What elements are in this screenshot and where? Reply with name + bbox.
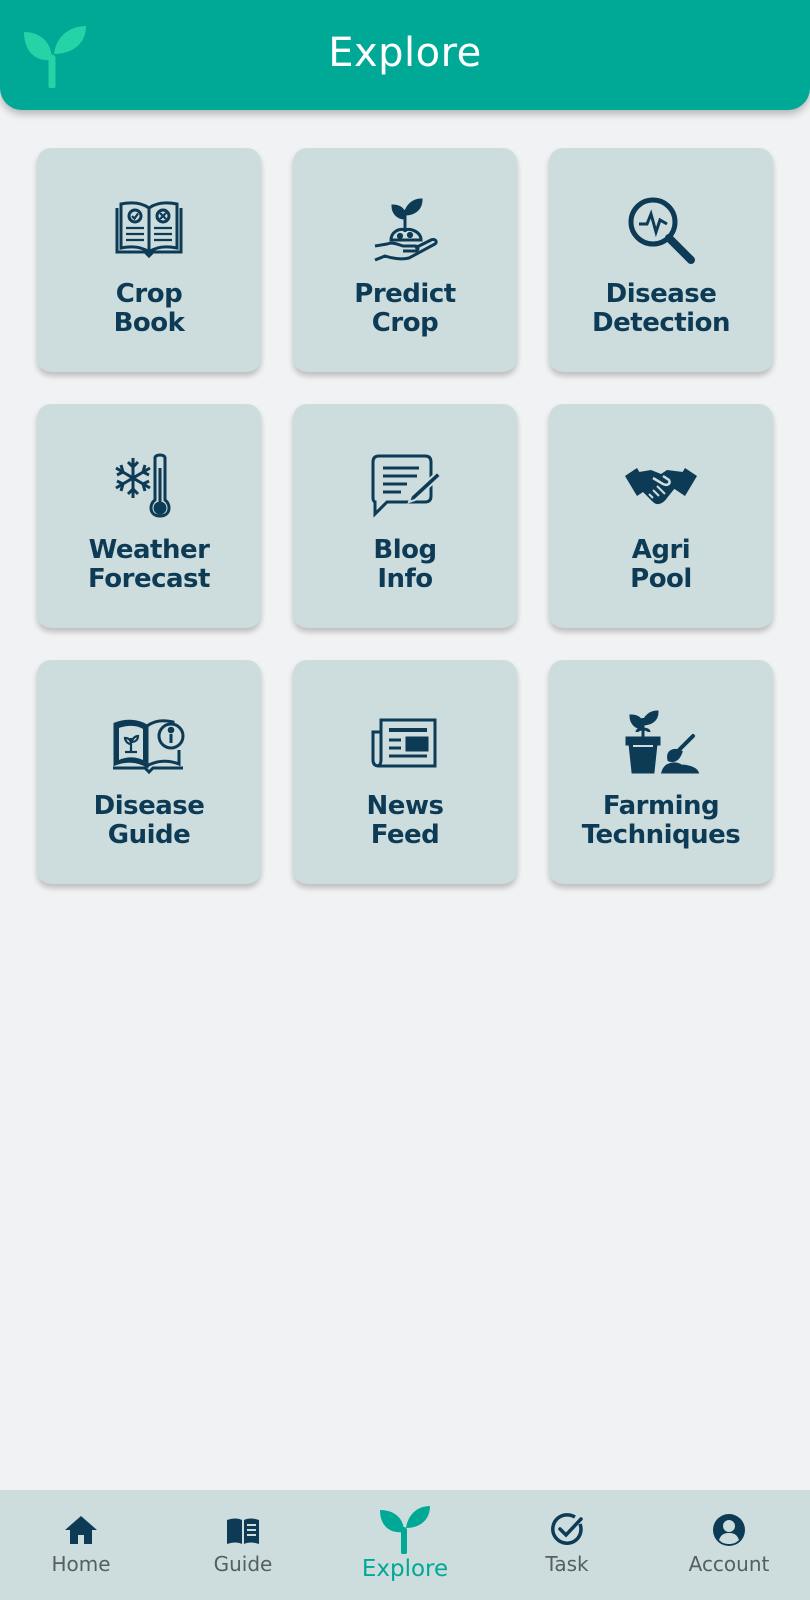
nav-account[interactable]: Account bbox=[648, 1490, 810, 1600]
account-circle-icon bbox=[713, 1514, 745, 1546]
page-title: Explore bbox=[328, 30, 482, 76]
tile-disease-detection[interactable]: Disease Detection bbox=[549, 148, 773, 372]
tile-agri-pool[interactable]: Agri Pool bbox=[549, 404, 773, 628]
tile-disease-guide[interactable]: Disease Guide bbox=[37, 660, 261, 884]
tile-label: Farming Techniques bbox=[581, 791, 741, 850]
tile-label: Predict Crop bbox=[354, 279, 456, 338]
nav-label: Guide bbox=[213, 1552, 273, 1576]
app-header: Explore bbox=[0, 0, 810, 110]
nav-label: Account bbox=[688, 1552, 770, 1576]
tile-predict-crop[interactable]: Predict Crop bbox=[293, 148, 517, 372]
magnifier-pulse-icon bbox=[628, 197, 695, 264]
tile-label: Weather Forecast bbox=[88, 535, 210, 594]
check-circle-icon bbox=[551, 1513, 583, 1545]
bottom-navigation: Home Guide Explore Task Account bbox=[0, 1490, 810, 1600]
tile-label: Crop Book bbox=[113, 279, 185, 338]
message-pen-icon bbox=[371, 454, 443, 518]
tile-blog-info[interactable]: Blog Info bbox=[293, 404, 517, 628]
tile-label: News Feed bbox=[366, 791, 444, 850]
pot-trowel-icon bbox=[625, 710, 699, 774]
book-icon bbox=[227, 1518, 259, 1544]
nav-explore[interactable]: Explore bbox=[324, 1490, 486, 1600]
explore-grid: CropBook PredictCrop DiseaseDetection bbox=[37, 148, 773, 884]
hand-plant-icon bbox=[374, 198, 438, 262]
tile-news-feed[interactable]: News Feed bbox=[293, 660, 517, 884]
nav-label: Explore bbox=[361, 1556, 449, 1582]
tile-weather-forecast[interactable]: Weather Forecast bbox=[37, 404, 261, 628]
tile-label: Disease Guide bbox=[93, 791, 205, 850]
book-info-icon bbox=[113, 719, 185, 775]
tile-farming-techniques[interactable]: Farming Techniques bbox=[549, 660, 773, 884]
home-icon bbox=[65, 1516, 97, 1544]
nav-label: Home bbox=[51, 1552, 111, 1576]
newspaper-icon bbox=[371, 718, 437, 768]
nav-task[interactable]: Task bbox=[486, 1490, 648, 1600]
nav-guide[interactable]: Guide bbox=[162, 1490, 324, 1600]
nav-label: Task bbox=[545, 1552, 589, 1576]
tile-label: Agri Pool bbox=[630, 535, 692, 594]
sprout-icon bbox=[380, 1506, 430, 1554]
tile-label: Blog Info bbox=[373, 535, 437, 594]
tile-label: Disease Detection bbox=[592, 279, 730, 338]
snow-thermometer-icon bbox=[115, 453, 171, 518]
tile-crop-book[interactable]: Crop Book bbox=[37, 148, 261, 372]
handshake-icon bbox=[625, 468, 697, 505]
open-book-icon bbox=[115, 201, 183, 259]
nav-home[interactable]: Home bbox=[0, 1490, 162, 1600]
